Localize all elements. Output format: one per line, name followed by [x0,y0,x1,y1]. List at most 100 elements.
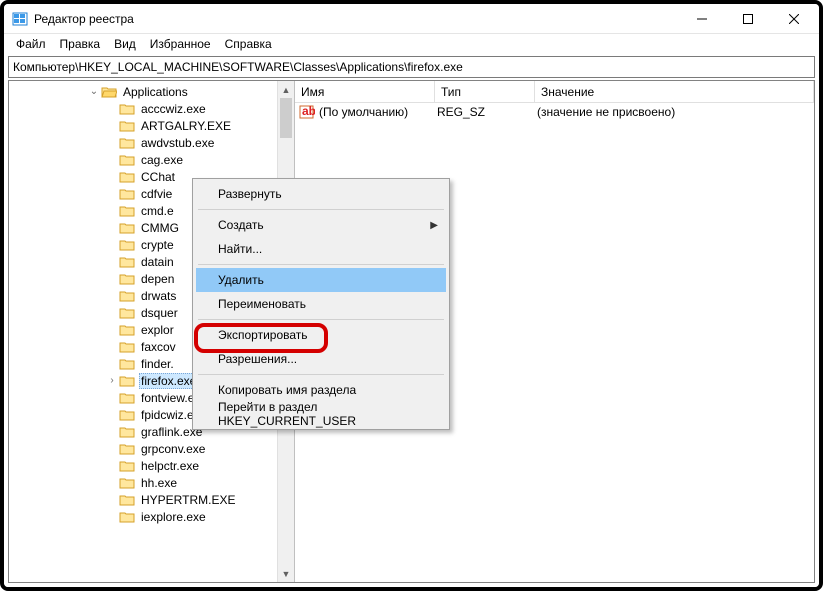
chevron-right-icon[interactable]: › [105,375,119,386]
folder-icon [119,238,135,252]
ctx-item-label: Создать [218,218,264,232]
ctx-separator [198,319,444,320]
scroll-down-icon[interactable]: ▼ [278,565,294,582]
value-data: (значение не присвоено) [537,105,675,119]
menubar: Файл Правка Вид Избранное Справка [4,34,819,54]
ctx-item[interactable]: Удалить [196,268,446,292]
values-header: Имя Тип Значение [295,81,814,103]
ctx-item[interactable]: Создать▶ [196,213,446,237]
address-path: Компьютер\HKEY_LOCAL_MACHINE\SOFTWARE\Cl… [13,60,463,74]
ctx-item[interactable]: Разрешения... [196,347,446,371]
folder-icon [119,408,135,422]
maximize-button[interactable] [725,4,771,34]
ctx-separator [198,374,444,375]
folder-icon [119,510,135,524]
menu-help[interactable]: Справка [219,35,278,53]
tree-node-applications[interactable]: ⌄Applications [9,83,294,100]
folder-icon [119,476,135,490]
tree-label: crypte [139,238,176,252]
ctx-item-label: Экспортировать [218,328,308,342]
regedit-icon [12,11,28,27]
ctx-item[interactable]: Перейти в раздел HKEY_CURRENT_USER [196,402,446,426]
ctx-item-label: Перейти в раздел HKEY_CURRENT_USER [218,400,422,428]
ctx-item[interactable]: Найти... [196,237,446,261]
ctx-item[interactable]: Экспортировать [196,323,446,347]
menu-file[interactable]: Файл [10,35,52,53]
folder-icon [119,442,135,456]
folder-icon [119,187,135,201]
ctx-item-label: Удалить [218,273,264,287]
ctx-item[interactable]: Развернуть [196,182,446,206]
minimize-button[interactable] [679,4,725,34]
ctx-item[interactable]: Переименовать [196,292,446,316]
address-bar[interactable]: Компьютер\HKEY_LOCAL_MACHINE\SOFTWARE\Cl… [8,56,815,78]
scroll-up-icon[interactable]: ▲ [278,81,294,98]
ctx-separator [198,264,444,265]
value-type: REG_SZ [437,105,537,119]
tree-label: helpctr.exe [139,459,201,473]
ctx-item-label: Переименовать [218,297,306,311]
tree-label: finder. [139,357,176,371]
value-row[interactable]: ab (По умолчанию) REG_SZ (значение не пр… [295,103,814,121]
tree-label: firefox.exe [139,373,198,389]
tree-label: CMMG [139,221,181,235]
tree-label: datain [139,255,176,269]
col-name[interactable]: Имя [295,81,435,102]
tree-label: faxcov [139,340,178,354]
string-value-icon: ab [299,104,315,120]
titlebar[interactable]: Редактор реестра [4,4,819,34]
folder-icon [119,102,135,116]
tree-node[interactable]: hh.exe [9,474,294,491]
tree-label: explor [139,323,176,337]
ctx-separator [198,209,444,210]
tree-node[interactable]: cag.exe [9,151,294,168]
tree-node[interactable]: iexplore.exe [9,508,294,525]
ctx-item-label: Разрешения... [218,352,297,366]
tree-node[interactable]: ARTGALRY.EXE [9,117,294,134]
folder-icon [119,323,135,337]
folder-icon [119,289,135,303]
tree-label: grpconv.exe [139,442,207,456]
tree-label: HYPERTRM.EXE [139,493,237,507]
folder-icon [119,425,135,439]
folder-icon [119,153,135,167]
folder-icon [119,306,135,320]
tree-node[interactable]: HYPERTRM.EXE [9,491,294,508]
menu-view[interactable]: Вид [108,35,142,53]
ctx-item-label: Развернуть [218,187,282,201]
folder-icon [119,459,135,473]
context-menu: Развернуть Создать▶ Найти... Удалить Переиме… [192,178,450,430]
folder-icon [119,374,135,388]
folder-icon [119,272,135,286]
ctx-item-label: Копировать имя раздела [218,383,356,397]
tree-node[interactable]: awdvstub.exe [9,134,294,151]
ctx-item-label: Найти... [218,242,262,256]
col-type[interactable]: Тип [435,81,535,102]
tree-node[interactable]: acccwiz.exe [9,100,294,117]
folder-icon [119,170,135,184]
tree-label: iexplore.exe [139,510,208,524]
tree-label: ARTGALRY.EXE [139,119,233,133]
tree-label: CChat [139,170,177,184]
folder-icon [119,357,135,371]
folder-open-icon [101,85,117,99]
folder-icon [119,340,135,354]
folder-icon [119,221,135,235]
folder-icon [119,493,135,507]
window-frame: Редактор реестра Файл Правка Вид Избранн… [0,0,823,591]
close-button[interactable] [771,4,817,34]
ctx-item[interactable]: Копировать имя раздела [196,378,446,402]
folder-icon [119,119,135,133]
menu-edit[interactable]: Правка [54,35,107,53]
tree-node[interactable]: helpctr.exe [9,457,294,474]
value-name: (По умолчанию) [319,105,437,119]
col-value[interactable]: Значение [535,81,814,102]
tree-label: cmd.e [139,204,176,218]
tree-node[interactable]: grpconv.exe [9,440,294,457]
folder-icon [119,391,135,405]
folder-icon [119,204,135,218]
tree-label: acccwiz.exe [139,102,208,116]
chevron-down-icon[interactable]: ⌄ [87,86,101,97]
scroll-thumb[interactable] [280,98,292,138]
menu-favorites[interactable]: Избранное [144,35,217,53]
